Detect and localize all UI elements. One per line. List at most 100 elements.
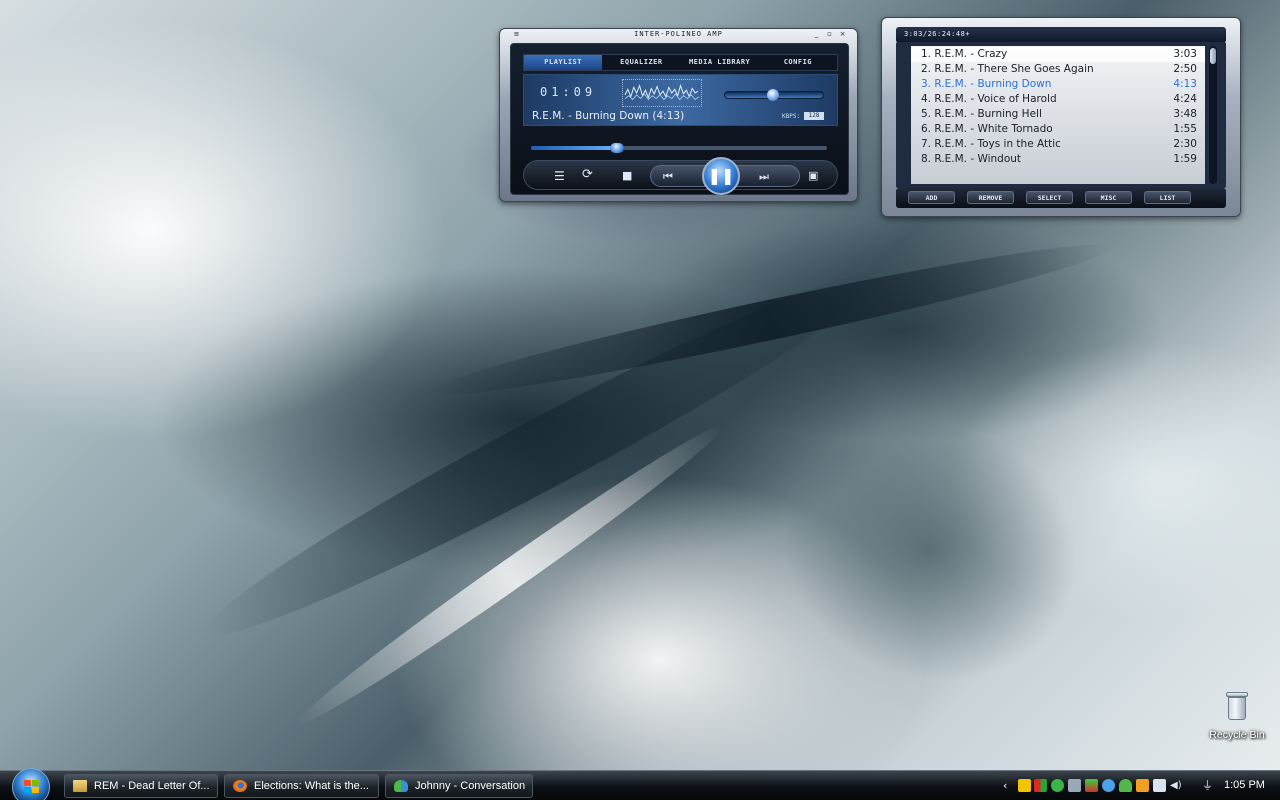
tray-meter-icon[interactable]: [1085, 779, 1098, 792]
player-titlebar[interactable]: ≡ INTER-POLINEO AMP _ ▫ ×: [500, 29, 857, 41]
folder-icon: [73, 780, 87, 792]
tray-expand-icon[interactable]: ‹: [1003, 779, 1016, 792]
track-duration: 2:50: [1173, 63, 1197, 75]
select-button[interactable]: SELECT: [1026, 191, 1073, 204]
recycle-bin[interactable]: Recycle Bin: [1204, 692, 1270, 741]
playlist-scroll-thumb[interactable]: [1210, 48, 1216, 64]
firefox-icon: [233, 780, 247, 792]
kbps-label: KBPS:: [782, 113, 801, 120]
tray-utorrent-icon[interactable]: [1051, 779, 1064, 792]
tray-flag-icon[interactable]: [1034, 779, 1047, 792]
wallpaper-streak: [744, 376, 1116, 724]
track-name: 5. R.E.M. - Burning Hell: [921, 108, 1042, 120]
previous-icon[interactable]: ⏮: [663, 170, 673, 184]
recycle-bin-label: Recycle Bin: [1209, 729, 1265, 741]
player-display: 01:09 R.E.M. - Burning Down (4:13) KBPS:…: [523, 74, 838, 126]
track-duration: 4:13: [1173, 78, 1197, 90]
tray-lightning-icon[interactable]: [1136, 779, 1149, 792]
stop-icon[interactable]: ■: [622, 169, 632, 183]
tray-volume-icon[interactable]: ◀): [1170, 779, 1183, 792]
windows-logo-icon: [24, 780, 40, 794]
tray-messenger-icon[interactable]: [1119, 779, 1132, 792]
playlist-row[interactable]: 3. R.E.M. - Burning Down 4:13: [911, 77, 1205, 92]
tray-connection-icon[interactable]: ⏚: [1202, 779, 1215, 792]
playlist-row[interactable]: 4. R.E.M. - Voice of Harold 4:24: [911, 92, 1205, 107]
wallpaper-streak: [288, 413, 732, 737]
track-duration: 2:30: [1173, 138, 1197, 150]
track-duration: 3:48: [1173, 108, 1197, 120]
tray-network-icon[interactable]: [1102, 779, 1115, 792]
misc-button[interactable]: MISC: [1085, 191, 1132, 204]
start-button[interactable]: [12, 768, 50, 800]
repeat-icon[interactable]: ⟳: [582, 168, 593, 182]
track-name: 8. R.E.M. - Windout: [921, 153, 1022, 165]
kbps-value: 128: [804, 112, 824, 120]
volume-slider[interactable]: [724, 89, 824, 101]
tab-equalizer[interactable]: EQUALIZER: [602, 55, 680, 70]
taskbar: REM - Dead Letter Of... Elections: What …: [0, 768, 1280, 800]
playlist-row[interactable]: 1. R.E.M. - Crazy 3:03: [911, 47, 1205, 62]
shade-icon[interactable]: ▫: [825, 30, 834, 39]
track-name: 3. R.E.M. - Burning Down: [921, 78, 1052, 90]
close-icon[interactable]: ×: [838, 30, 847, 39]
playlist-button-bar: ADD REMOVE SELECT MISC LIST: [896, 188, 1226, 208]
media-player-window: ≡ INTER-POLINEO AMP _ ▫ × PLAYLIST EQUAL…: [499, 28, 858, 202]
player-tabs: PLAYLIST EQUALIZER MEDIA LIBRARY CONFIG: [523, 54, 838, 71]
playlist-row[interactable]: 8. R.E.M. - Windout 1:59: [911, 152, 1205, 167]
open-file-icon[interactable]: ▣: [808, 169, 818, 183]
track-duration: 1:55: [1173, 123, 1197, 135]
messenger-icon: [394, 780, 408, 792]
add-button[interactable]: ADD: [908, 191, 955, 204]
visualizer[interactable]: [622, 79, 702, 107]
elapsed-time[interactable]: 01:09: [540, 85, 596, 99]
list-button[interactable]: LIST: [1144, 191, 1191, 204]
playlist-total-time: 3:03/26:24:48+: [904, 30, 971, 38]
tab-playlist[interactable]: PLAYLIST: [524, 55, 603, 70]
transport-controls: ☰ ⟳ ■ ⏮ ⏭ ❚❚ ▣: [523, 157, 838, 195]
remove-button[interactable]: REMOVE: [967, 191, 1014, 204]
track-name: 6. R.E.M. - White Tornado: [921, 123, 1053, 135]
track-name: 2. R.E.M. - There She Goes Again: [921, 63, 1094, 75]
track-duration: 1:59: [1173, 153, 1197, 165]
track-name: 1. R.E.M. - Crazy: [921, 48, 1008, 60]
tab-config[interactable]: CONFIG: [759, 55, 837, 70]
seek-progress: [531, 146, 617, 150]
seek-knob[interactable]: [609, 143, 624, 153]
playlist-list[interactable]: 1. R.E.M. - Crazy 3:03 2. R.E.M. - There S…: [911, 46, 1205, 184]
wallpaper-streak: [423, 227, 1117, 413]
playlist-row[interactable]: 7. R.E.M. - Toys in the Attic 2:30: [911, 137, 1205, 152]
visualizer-waveform-icon: [624, 83, 700, 101]
track-name: 7. R.E.M. - Toys in the Attic: [921, 138, 1061, 150]
volume-knob[interactable]: [767, 89, 779, 101]
tray-power-icon[interactable]: [1018, 779, 1031, 792]
track-duration: 3:03: [1173, 48, 1197, 60]
taskbar-item-browser[interactable]: Elections: What is the...: [224, 774, 379, 798]
taskbar-clock[interactable]: 1:05 PM: [1224, 779, 1265, 791]
taskbar-item-messenger[interactable]: Johnny - Conversation: [385, 774, 533, 798]
playlist-header[interactable]: 3:03/26:24:48+: [896, 27, 1226, 43]
tray-mail-icon[interactable]: [1153, 779, 1166, 792]
playlist-row[interactable]: 5. R.E.M. - Burning Hell 3:48: [911, 107, 1205, 122]
taskbar-item-label: REM - Dead Letter Of...: [94, 780, 210, 792]
track-duration: 4:24: [1173, 93, 1197, 105]
now-playing-title: R.E.M. - Burning Down (4:13): [532, 110, 685, 122]
track-name: 4. R.E.M. - Voice of Harold: [921, 93, 1057, 105]
playlist-toggle-icon[interactable]: ☰: [554, 169, 565, 183]
playlist-scrollbar[interactable]: [1209, 46, 1217, 184]
playlist-frame: 1. R.E.M. - Crazy 3:03 2. R.E.M. - There S…: [896, 42, 1226, 188]
next-icon[interactable]: ⏭: [759, 170, 769, 184]
taskbar-item-label: Johnny - Conversation: [415, 780, 526, 792]
playlist-row[interactable]: 2. R.E.M. - There She Goes Again 2:50: [911, 62, 1205, 77]
playlist-row[interactable]: 6. R.E.M. - White Tornado 1:55: [911, 122, 1205, 137]
minimize-icon[interactable]: _: [812, 30, 821, 39]
tray-monitor-icon[interactable]: [1068, 779, 1081, 792]
tab-media-library[interactable]: MEDIA LIBRARY: [681, 55, 759, 70]
seek-bar[interactable]: [531, 143, 827, 153]
taskbar-item-folder[interactable]: REM - Dead Letter Of...: [64, 774, 218, 798]
taskbar-item-label: Elections: What is the...: [254, 780, 369, 792]
player-body: PLAYLIST EQUALIZER MEDIA LIBRARY CONFIG …: [510, 43, 849, 195]
wallpaper-streak: [188, 245, 892, 665]
recycle-bin-icon: [1226, 692, 1248, 720]
playlist-window: 3:03/26:24:48+ 1. R.E.M. - Crazy 3:03 2. R…: [881, 17, 1241, 217]
pause-button[interactable]: ❚❚: [702, 157, 740, 195]
